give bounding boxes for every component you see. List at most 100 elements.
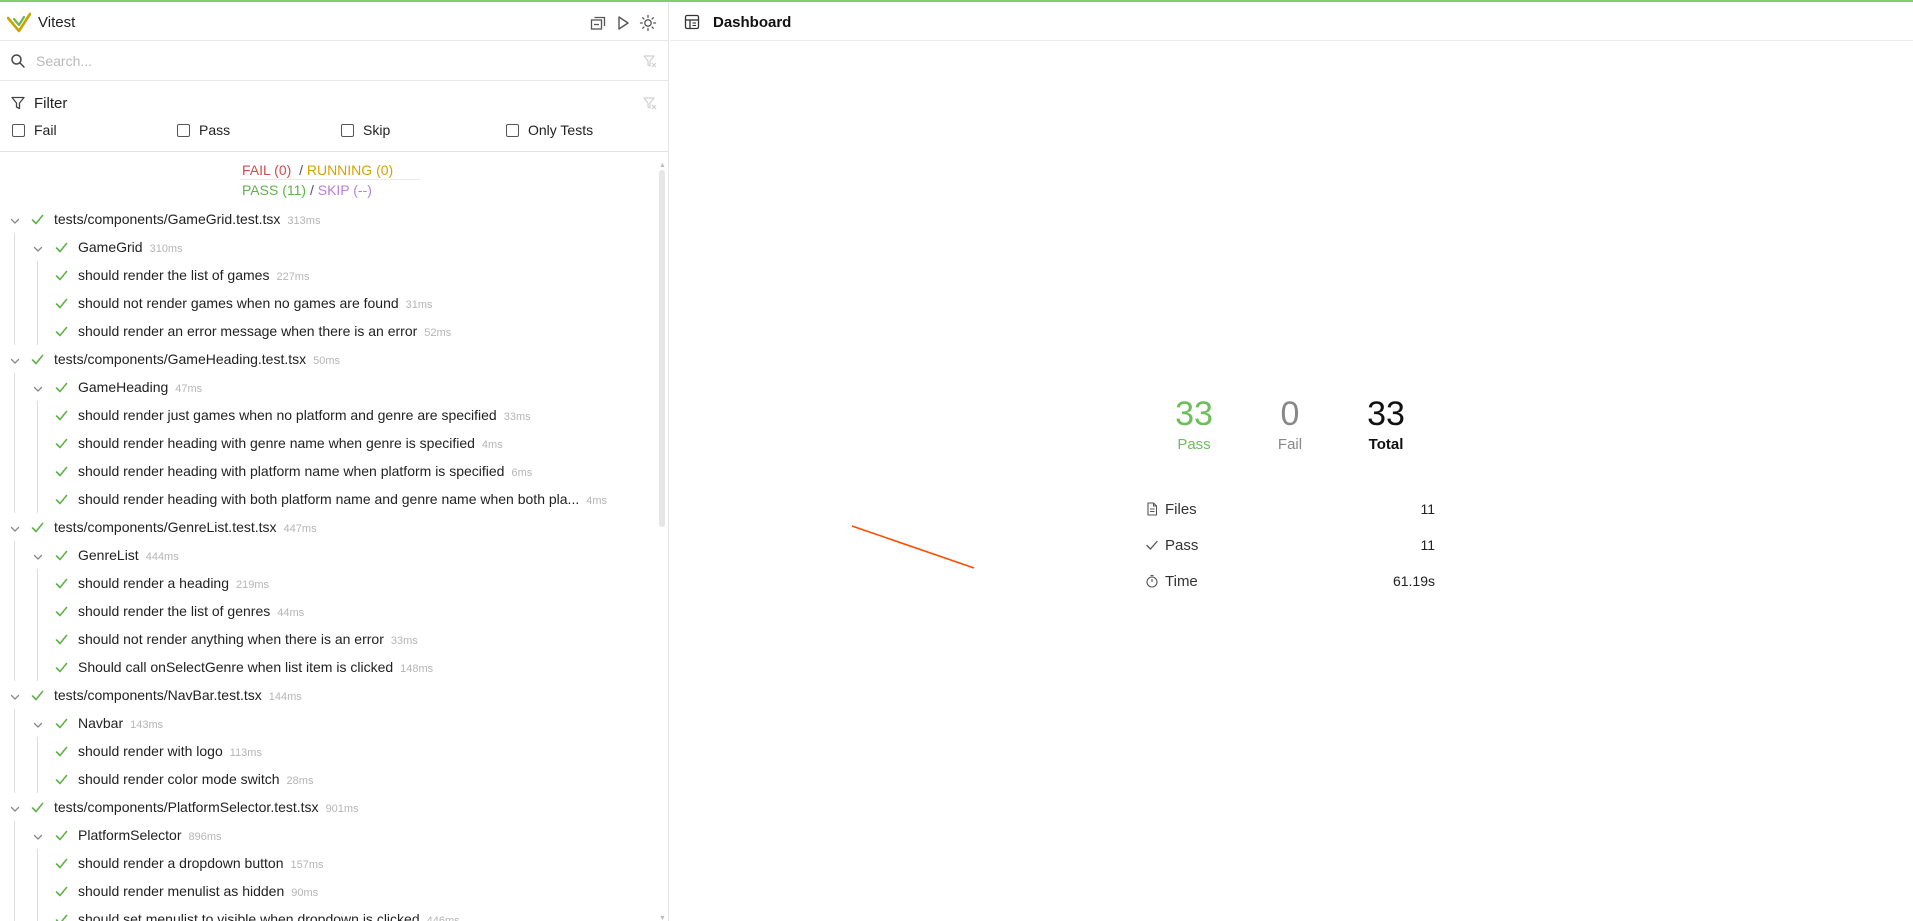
tree-guide-line bbox=[14, 709, 15, 793]
chevron-down-icon[interactable] bbox=[32, 382, 44, 394]
test-case-row[interactable]: should not render anything when there is… bbox=[0, 629, 660, 651]
pass-check-icon bbox=[55, 409, 68, 422]
test-case-row[interactable]: should render heading with platform name… bbox=[0, 461, 660, 483]
test-duration: 4ms bbox=[481, 439, 503, 451]
test-suite-row[interactable]: PlatformSelector 896ms bbox=[0, 825, 660, 847]
test-file-row[interactable]: tests/components/PlatformSelector.test.t… bbox=[0, 797, 660, 819]
test-name: should render heading with both platform… bbox=[78, 491, 580, 507]
test-duration: 4ms bbox=[586, 495, 607, 507]
scroll-thumb[interactable] bbox=[659, 170, 665, 527]
chevron-down-icon[interactable] bbox=[32, 550, 44, 562]
filter-pass-checkbox[interactable]: Pass bbox=[177, 121, 230, 139]
pass-check-icon bbox=[55, 465, 68, 478]
test-label: PlatformSelector 896ms bbox=[78, 827, 222, 843]
test-duration: 113ms bbox=[229, 747, 262, 759]
checkbox-label: Skip bbox=[363, 122, 391, 138]
test-label: tests/components/NavBar.test.tsx 144ms bbox=[54, 687, 302, 703]
test-case-row[interactable]: should render a heading 219ms bbox=[0, 573, 660, 595]
test-case-row[interactable]: should render color mode switch 28ms bbox=[0, 769, 660, 791]
summary-pass: PASS (11) bbox=[242, 182, 307, 198]
tree-guide-line bbox=[14, 233, 15, 345]
pass-check-icon bbox=[55, 269, 68, 282]
pass-check-icon bbox=[55, 605, 68, 618]
checkbox-box[interactable] bbox=[341, 123, 354, 137]
test-file-row[interactable]: tests/components/NavBar.test.tsx 144ms bbox=[0, 685, 660, 707]
scroll-up-arrow-icon[interactable]: ▲ bbox=[659, 162, 666, 169]
test-case-row[interactable]: Should call onSelectGenre when list item… bbox=[0, 657, 660, 679]
test-file-row[interactable]: tests/components/GameGrid.test.tsx 313ms bbox=[0, 209, 660, 231]
test-suite-row[interactable]: GenreList 444ms bbox=[0, 545, 660, 567]
test-label: GenreList 444ms bbox=[78, 547, 179, 563]
test-name: tests/components/GameGrid.test.tsx bbox=[54, 211, 281, 227]
filter-fail-checkbox[interactable]: Fail bbox=[12, 121, 57, 139]
pass-check-icon bbox=[55, 633, 68, 646]
test-name: should not render games when no games ar… bbox=[78, 295, 399, 311]
test-file-row[interactable]: tests/components/GenreList.test.tsx 447ms bbox=[0, 517, 660, 539]
pass-check-icon bbox=[55, 745, 68, 758]
checkbox-box[interactable] bbox=[177, 123, 190, 137]
run-all-icon[interactable] bbox=[614, 14, 632, 32]
filter-skip-checkbox[interactable]: Skip bbox=[341, 121, 390, 139]
checkbox-box[interactable] bbox=[12, 123, 25, 137]
chevron-down-icon[interactable] bbox=[9, 354, 21, 366]
tree-guide-line bbox=[37, 737, 38, 793]
test-duration: 144ms bbox=[268, 691, 302, 703]
chevron-down-icon[interactable] bbox=[32, 242, 44, 254]
test-duration: 447ms bbox=[283, 523, 317, 535]
test-case-row[interactable]: should render the list of games 227ms bbox=[0, 265, 660, 287]
test-label: tests/components/PlatformSelector.test.t… bbox=[54, 799, 359, 815]
pass-check-icon bbox=[55, 297, 68, 310]
test-file-row[interactable]: tests/components/GameHeading.test.tsx 50m… bbox=[0, 349, 660, 371]
filter-only-tests-checkbox[interactable]: Only Tests bbox=[506, 121, 593, 139]
collapse-all-icon[interactable] bbox=[589, 14, 607, 32]
test-label: should render just games when no platfor… bbox=[78, 407, 531, 423]
test-name: tests/components/GenreList.test.tsx bbox=[54, 519, 277, 535]
summary-status-line-2: PASS (11) / SKIP (--) bbox=[242, 182, 372, 198]
test-name: GameGrid bbox=[78, 239, 143, 255]
test-case-row[interactable]: should render with logo 113ms bbox=[0, 741, 660, 763]
chevron-down-icon[interactable] bbox=[9, 214, 21, 226]
test-case-row[interactable]: should render a dropdown button 157ms bbox=[0, 853, 660, 875]
test-label: should render color mode switch 28ms bbox=[78, 771, 313, 787]
checkbox-label: Only Tests bbox=[528, 122, 594, 138]
scroll-down-arrow-icon[interactable]: ▼ bbox=[659, 915, 666, 921]
chevron-down-icon[interactable] bbox=[9, 802, 21, 814]
tree-guide-line bbox=[37, 261, 38, 345]
app-title: Vitest bbox=[38, 14, 76, 31]
test-case-row[interactable]: should render just games when no platfor… bbox=[0, 405, 660, 427]
test-suite-row[interactable]: GameHeading 47ms bbox=[0, 377, 660, 399]
theme-toggle-icon[interactable] bbox=[639, 14, 657, 32]
test-name: should render with logo bbox=[78, 743, 223, 759]
pass-check-icon bbox=[55, 241, 68, 254]
chevron-down-icon[interactable] bbox=[32, 830, 44, 842]
test-name: tests/components/NavBar.test.tsx bbox=[54, 687, 262, 703]
test-suite-row[interactable]: GameGrid 310ms bbox=[0, 237, 660, 259]
test-duration: 143ms bbox=[130, 719, 164, 731]
summary-skip: SKIP (--) bbox=[317, 182, 372, 198]
clear-filter-icon[interactable] bbox=[642, 95, 658, 111]
test-label: tests/components/GameHeading.test.tsx 50m… bbox=[54, 351, 340, 367]
sidebar-scrollbar[interactable]: ▲ ▼ bbox=[658, 162, 666, 921]
chevron-down-icon[interactable] bbox=[32, 718, 44, 730]
clear-search-icon[interactable] bbox=[642, 53, 658, 69]
chevron-down-icon[interactable] bbox=[9, 522, 21, 534]
test-name: should render a heading bbox=[78, 575, 230, 591]
test-name: Navbar bbox=[78, 715, 124, 731]
chevron-down-icon[interactable] bbox=[9, 690, 21, 702]
test-name: should render an error message when ther… bbox=[78, 323, 418, 339]
test-case-row[interactable]: should render heading with both platform… bbox=[0, 489, 660, 511]
test-case-row[interactable]: should not render games when no games ar… bbox=[0, 293, 660, 315]
test-name: should render the list of genres bbox=[78, 603, 271, 619]
pass-check-icon bbox=[31, 801, 44, 814]
test-duration: 44ms bbox=[277, 607, 305, 619]
search-input[interactable] bbox=[36, 49, 626, 73]
test-case-row[interactable]: should render menulist as hidden 90ms bbox=[0, 881, 660, 903]
test-case-row[interactable]: should render heading with genre name wh… bbox=[0, 433, 660, 455]
test-suite-row[interactable]: Navbar 143ms bbox=[0, 713, 660, 735]
test-case-row[interactable]: should render an error message when ther… bbox=[0, 321, 660, 343]
test-name: should render just games when no platfor… bbox=[78, 407, 497, 423]
test-case-row[interactable]: should render the list of genres 44ms bbox=[0, 601, 660, 623]
test-duration: 444ms bbox=[145, 551, 179, 563]
test-case-row[interactable]: should set menulist to visible when drop… bbox=[0, 909, 660, 921]
checkbox-box[interactable] bbox=[506, 123, 519, 137]
